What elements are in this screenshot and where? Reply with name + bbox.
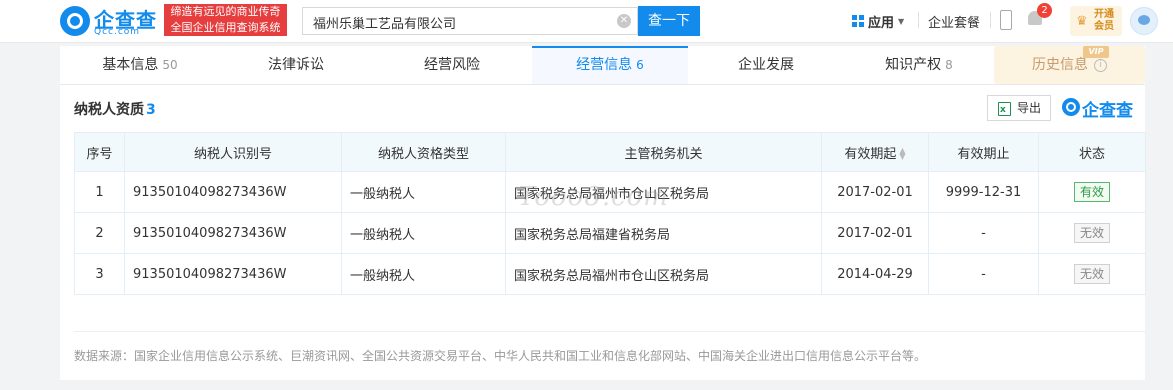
table-row: 2 91350104098273436W 一般纳税人 国家税务总局福建省税务局 … <box>74 212 1146 254</box>
col-header-no: 序号 <box>74 132 125 172</box>
slogan-line-2: 全国企业信用查询系统 <box>170 21 281 34</box>
slogan-banner: 缔造有远见的商业传奇 全国企业信用查询系统 <box>164 4 287 36</box>
tab-bar: 基本信息 50 法律诉讼 经营风险 经营信息 6 企业发展 知识产权 8 历史信息 i <box>60 46 1145 85</box>
section-count: 3 <box>146 102 156 118</box>
cell-type: 一般纳税人 <box>341 212 506 254</box>
col-header-start-label: 有效期起 <box>844 146 897 162</box>
export-label: 导出 <box>1017 101 1042 115</box>
cell-start: 2017-02-01 <box>821 171 929 213</box>
status-badge: 有效 <box>1074 182 1110 202</box>
tab-label: 经营风险 <box>424 57 480 73</box>
top-bar: 企查查 Qcc.com 缔造有远见的商业传奇 全国企业信用查询系统 ✕ 查一下 … <box>0 0 1173 43</box>
excel-icon <box>998 98 1011 122</box>
tab-label: 经营信息 <box>576 57 633 73</box>
vip-button[interactable]: ♛ 开通 会员 <box>1070 6 1122 36</box>
vip-line-1: 开通 <box>1094 9 1114 20</box>
info-icon: i <box>1094 58 1107 72</box>
qcc-logo[interactable]: 企查查 Qcc.com <box>60 4 160 38</box>
table-row: 3 91350104098273436W 一般纳税人 国家税务总局福州市仓山区税… <box>74 253 1146 295</box>
tab-label: 历史信息 <box>1032 57 1088 73</box>
cell-status: 有效 <box>1038 171 1146 213</box>
logo-subtext: Qcc.com <box>94 27 141 37</box>
vip-tag: VIP <box>1083 46 1109 58</box>
export-button[interactable]: 导出 <box>987 95 1051 122</box>
col-header-end: 有效期止 <box>928 132 1039 172</box>
vip-line-2: 会员 <box>1094 21 1114 32</box>
search-button[interactable]: 查一下 <box>638 6 700 36</box>
tab-count: 8 <box>945 58 953 72</box>
cell-start: 2017-02-01 <box>821 212 929 254</box>
cell-id: 91350104098273436W <box>124 171 342 213</box>
tab-label: 知识产权 <box>885 57 942 73</box>
taxpayer-table: 序号 纳税人识别号 纳税人资格类型 主管税务机关 有效期起 ▲ ▼ 有效期止 状态 … <box>74 132 1146 295</box>
cell-start: 2014-04-29 <box>821 253 929 295</box>
col-header-id: 纳税人识别号 <box>124 132 342 172</box>
sort-icon[interactable]: ▲ ▼ <box>899 147 905 161</box>
crown-icon: ♛ <box>1076 14 1088 29</box>
divider <box>918 12 919 28</box>
cell-no: 1 <box>74 171 125 213</box>
cell-no: 2 <box>74 212 125 254</box>
tab-history[interactable]: 历史信息 i <box>994 46 1145 84</box>
app-menu-label: 应用 <box>868 15 895 31</box>
package-link[interactable]: 企业套餐 <box>928 12 980 31</box>
apps-grid-icon <box>852 15 864 27</box>
cell-id: 91350104098273436W <box>124 253 342 295</box>
col-header-type: 纳税人资格类型 <box>341 132 506 172</box>
tab-development[interactable]: 企业发展 <box>688 46 844 84</box>
logo-icon <box>60 6 90 36</box>
mobile-icon[interactable] <box>1000 10 1012 30</box>
status-badge: 无效 <box>1074 264 1110 284</box>
search-input[interactable] <box>311 8 615 36</box>
cell-end: - <box>928 253 1039 295</box>
slogan-line-1: 缔造有远见的商业传奇 <box>170 5 281 18</box>
col-header-status: 状态 <box>1038 132 1146 172</box>
tab-ip[interactable]: 知识产权 8 <box>844 46 994 84</box>
cell-type: 一般纳税人 <box>341 171 506 213</box>
tab-basic-info[interactable]: 基本信息 50 <box>60 46 220 84</box>
section-title: 纳税人资质 3 <box>74 99 156 119</box>
brand-text: 企查查 <box>1082 101 1133 121</box>
caret-down-icon: ▼ <box>898 16 905 26</box>
divider <box>990 12 991 28</box>
clear-icon[interactable]: ✕ <box>617 14 631 28</box>
cell-end: 9999-12-31 <box>928 171 1039 213</box>
cell-authority: 国家税务总局福州市仓山区税务局 <box>505 253 822 295</box>
cell-status: 无效 <box>1038 253 1146 295</box>
cell-end: - <box>928 212 1039 254</box>
col-header-start[interactable]: 有效期起 ▲ ▼ <box>821 132 929 172</box>
table-header-row: 序号 纳税人识别号 纳税人资格类型 主管税务机关 有效期起 ▲ ▼ 有效期止 状态 <box>74 132 1146 172</box>
cell-type: 一般纳税人 <box>341 253 506 295</box>
search-box: ✕ <box>302 7 638 36</box>
tab-risk[interactable]: 经营风险 <box>372 46 532 84</box>
tab-operation-info[interactable]: 经营信息 6 <box>532 46 688 84</box>
status-badge: 无效 <box>1074 223 1110 243</box>
watermark: Tooo8.com <box>518 182 669 212</box>
tab-count: 6 <box>636 58 644 72</box>
content-panel: 纳税人资质3 导出 企查查 序号 纳税人识别号 纳税人资格类型 主管税务机关 有… <box>60 85 1146 380</box>
cell-no: 3 <box>74 253 125 295</box>
vip-label: 开通 会员 <box>1094 9 1114 33</box>
divider <box>74 331 1145 332</box>
tab-label: 企业发展 <box>738 57 794 73</box>
avatar[interactable] <box>1130 7 1158 35</box>
tab-label: 法律诉讼 <box>268 57 324 73</box>
tab-legal[interactable]: 法律诉讼 <box>220 46 372 84</box>
notification-badge: 2 <box>1037 3 1052 18</box>
tab-count: 50 <box>162 58 178 72</box>
data-source-note: 数据来源：国家企业信用信息公示系统、巨潮资讯网、全国公共资源交易平台、中华人民共… <box>74 349 927 363</box>
tab-label: 基本信息 <box>102 57 159 73</box>
cell-authority: 国家税务总局福建省税务局 <box>505 212 822 254</box>
brand-icon <box>1062 98 1080 116</box>
col-header-authority: 主管税务机关 <box>505 132 822 172</box>
app-menu[interactable]: 应用 ▼ <box>852 10 904 32</box>
section-title-text: 纳税人资质 <box>74 102 144 118</box>
cell-id: 91350104098273436W <box>124 212 342 254</box>
cell-status: 无效 <box>1038 212 1146 254</box>
